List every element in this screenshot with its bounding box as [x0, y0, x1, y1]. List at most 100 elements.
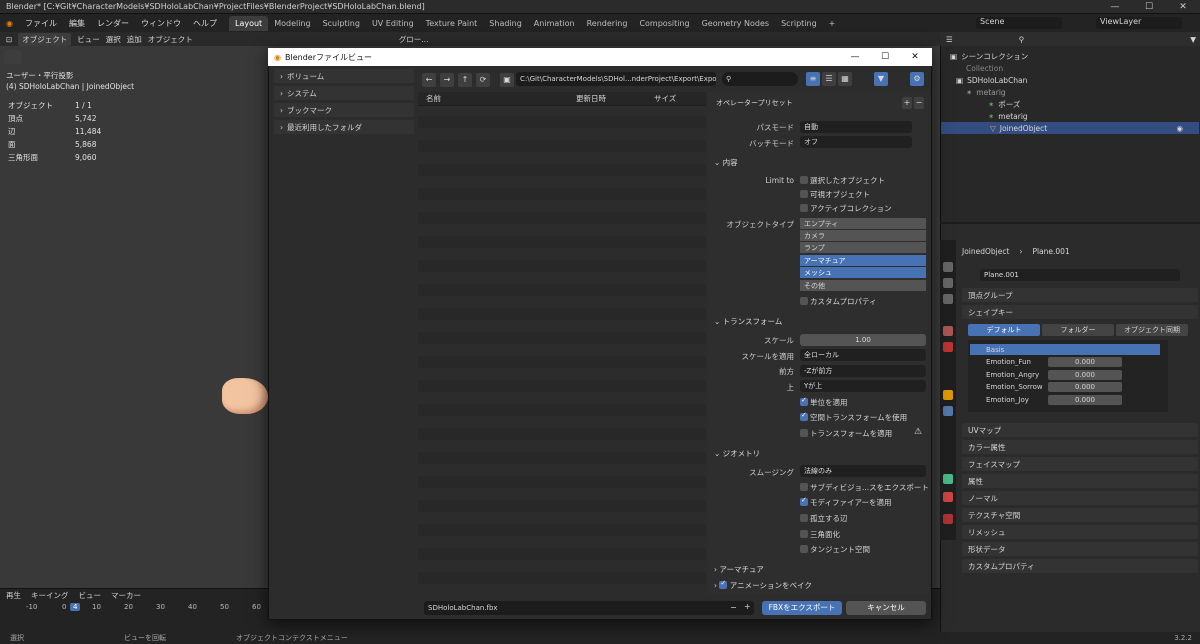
menu-view[interactable]: ビュー [77, 34, 100, 45]
tab-sculpting[interactable]: Sculpting [317, 16, 366, 31]
refresh-icon[interactable]: ⟳ [476, 73, 490, 87]
close-window-button[interactable]: ✕ [1166, 0, 1200, 14]
limit-selected-checkbox[interactable] [800, 176, 808, 184]
blender-logo-icon[interactable]: ◉ [0, 19, 19, 28]
column-name[interactable]: 名前 [426, 93, 441, 104]
tab-object-sync[interactable]: オブジェクト同期 [1116, 324, 1188, 336]
menu-add[interactable]: 追加 [127, 34, 142, 45]
section-bake-animation[interactable]: › アニメーションをベイク [714, 579, 812, 591]
panel-remesh[interactable]: リメッシュ [962, 525, 1198, 539]
tab-shading[interactable]: Shading [483, 16, 528, 31]
keying-menu[interactable]: キーイング [31, 590, 69, 601]
menu-help[interactable]: ヘルプ [187, 18, 223, 29]
dialog-minimize-button[interactable]: — [840, 48, 870, 66]
smoothing-dropdown[interactable]: 法線のみ [800, 465, 926, 477]
panel-custom-properties[interactable]: カスタムプロパティ [962, 559, 1198, 573]
path-mode-dropdown[interactable]: 自動 [800, 121, 912, 133]
cancel-button[interactable]: キャンセル [846, 601, 926, 615]
outliner-row[interactable]: ✶ metarig [966, 86, 1006, 98]
transform-orientation[interactable]: グロー... [399, 34, 429, 45]
filter-icon[interactable]: ▼ [1190, 35, 1196, 44]
tab-layout[interactable]: Layout [228, 15, 269, 31]
outliner-row[interactable]: Collection [966, 62, 1003, 74]
menu-render[interactable]: レンダー [91, 18, 135, 29]
outliner-row-selected[interactable]: ▽ JoinedObject ◉ [941, 122, 1199, 134]
loose-edges-checkbox[interactable] [800, 514, 808, 522]
preset-add-icon[interactable]: + [902, 97, 912, 109]
panel-face-maps[interactable]: フェイスマップ [962, 457, 1198, 471]
outliner-row[interactable]: ✶ metarig [988, 110, 1028, 122]
tab-rendering[interactable]: Rendering [581, 16, 634, 31]
sidebar-recent[interactable]: › 最近利用したフォルダ [274, 120, 414, 134]
tab-modeling[interactable]: Modeling [268, 16, 316, 31]
character-hand-mesh[interactable] [222, 378, 268, 414]
export-fbx-button[interactable]: FBXをエクスポート [762, 601, 842, 615]
list-vertical-icon[interactable]: ≡ [806, 72, 820, 86]
sidebar-system[interactable]: › システム [274, 86, 414, 100]
export-subdivision-checkbox[interactable] [800, 483, 808, 491]
settings-gear-icon[interactable]: ⚙ [910, 72, 924, 86]
apply-scale-dropdown[interactable]: 全ローカル [800, 349, 926, 361]
shapekey-value[interactable]: 0.000 [1048, 395, 1122, 405]
panel-geometry-data[interactable]: 形状データ [962, 542, 1198, 556]
outliner-row[interactable]: ▣ シーンコレクション [950, 50, 1028, 62]
bake-anim-checkbox[interactable] [719, 579, 728, 589]
limit-active-collection-checkbox[interactable] [800, 204, 808, 212]
output-tab-icon[interactable] [943, 294, 953, 304]
dialog-maximize-button[interactable]: ☐ [870, 48, 900, 66]
otype-camera[interactable]: カメラ [800, 229, 926, 241]
list-horizontal-icon[interactable]: ☰ [822, 72, 836, 86]
new-folder-icon[interactable]: ▣ [500, 73, 514, 87]
use-space-transform-checkbox[interactable] [800, 411, 808, 421]
tab-default[interactable]: デフォルト [968, 324, 1040, 336]
otype-armature[interactable]: アーマチュア [800, 254, 926, 266]
tab-folder[interactable]: フォルダー [1042, 324, 1114, 336]
back-arrow-icon[interactable]: ← [422, 73, 436, 87]
panel-texture-space[interactable]: テクスチャ空間 [962, 508, 1198, 522]
section-armature[interactable]: › アーマチュア [714, 564, 764, 575]
texture-tab-icon[interactable] [943, 514, 953, 524]
up-dropdown[interactable]: Yが上 [800, 380, 926, 392]
select-tool-icon[interactable] [4, 50, 22, 64]
marker-menu[interactable]: マーカー [111, 590, 141, 601]
column-modified[interactable]: 更新日時 [576, 93, 606, 104]
panel-vertex-groups[interactable]: 頂点グループ [962, 288, 1198, 302]
panel-shape-keys[interactable]: シェイプキー [962, 305, 1198, 319]
tab-uv-editing[interactable]: UV Editing [366, 16, 420, 31]
maximize-button[interactable]: ☐ [1132, 0, 1166, 14]
outliner-row[interactable]: ▣ SDHoloLabChan [956, 74, 1027, 86]
sidebar-bookmarks[interactable]: › ブックマーク [274, 103, 414, 117]
custom-props-checkbox[interactable] [800, 297, 808, 305]
mode-selector[interactable]: オブジェクト [18, 32, 72, 46]
data-tab-icon[interactable] [943, 474, 953, 484]
menu-select[interactable]: 選択 [106, 34, 121, 45]
outliner-row[interactable]: ✶ ポーズ [988, 98, 1020, 110]
current-frame-indicator[interactable]: 4 [70, 603, 81, 611]
material-tab-icon[interactable] [943, 492, 953, 502]
tab-animation[interactable]: Animation [528, 16, 581, 31]
timeline-view-menu[interactable]: ビュー [79, 590, 102, 601]
forward-dropdown[interactable]: -Zが前方 [800, 365, 926, 377]
shapekey-row[interactable]: Basis [970, 344, 1160, 355]
editor-type-icon[interactable]: ⊡ [6, 35, 12, 44]
outliner-type-icon[interactable]: ☰ [946, 35, 953, 44]
object-tab-icon[interactable] [943, 390, 953, 400]
sidebar-volumes[interactable]: › ボリューム [274, 69, 414, 83]
otype-lamp[interactable]: ランプ [800, 241, 926, 253]
increment-icon[interactable]: + [744, 602, 751, 611]
add-workspace-button[interactable]: + [823, 16, 842, 31]
apply-modifiers-checkbox[interactable] [800, 496, 808, 506]
apply-transform-checkbox[interactable] [800, 429, 808, 437]
filter-funnel-icon[interactable]: ▼ [874, 72, 888, 86]
batch-mode-dropdown[interactable]: オフ [800, 136, 912, 148]
parent-dir-icon[interactable]: ↑ [458, 73, 472, 87]
render-tab-icon[interactable] [943, 278, 953, 288]
tab-geometry-nodes[interactable]: Geometry Nodes [696, 16, 775, 31]
menu-window[interactable]: ウィンドウ [135, 18, 187, 29]
visibility-eye-icon[interactable]: ◉ [1176, 124, 1183, 133]
column-size[interactable]: サイズ [654, 93, 676, 104]
file-list[interactable] [418, 92, 706, 592]
operator-presets-dropdown[interactable]: オペレータープリセット [712, 97, 902, 109]
scale-field[interactable]: 1.00 [800, 334, 926, 346]
mesh-name-field[interactable]: Plane.001 [980, 269, 1180, 281]
